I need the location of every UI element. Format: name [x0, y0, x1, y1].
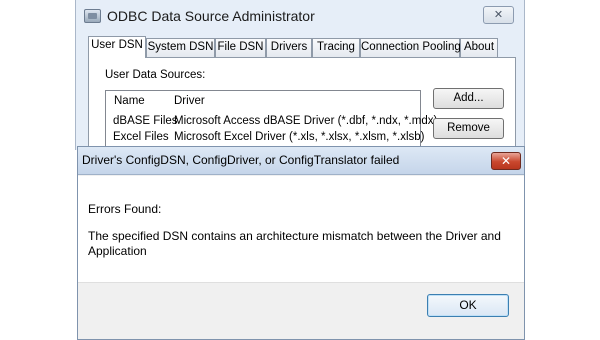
- tab-connection-pooling[interactable]: Connection Pooling: [360, 38, 461, 57]
- list-item-driver: Microsoft Access dBASE Driver (*.dbf, *.…: [174, 115, 438, 127]
- odbc-close-button[interactable]: ✕: [483, 6, 514, 24]
- user-dsn-tab-page: User Data Sources: Name Driver dBASE Fil…: [88, 57, 516, 160]
- list-item[interactable]: Excel Files Microsoft Excel Driver (*.xl…: [106, 131, 424, 146]
- error-dialog-footer: OK: [78, 282, 524, 339]
- error-dialog-title-bar[interactable]: Driver's ConfigDSN, ConfigDriver, or Con…: [78, 147, 524, 175]
- tab-about[interactable]: About: [460, 38, 498, 57]
- tab-user-dsn[interactable]: User DSN: [88, 36, 146, 58]
- error-message: The specified DSN contains an architectu…: [88, 229, 501, 258]
- tab-drivers[interactable]: Drivers: [266, 38, 312, 57]
- error-dialog-title: Driver's ConfigDSN, ConfigDriver, or Con…: [82, 153, 400, 167]
- column-header-driver[interactable]: Driver: [174, 95, 205, 107]
- ok-button[interactable]: OK: [427, 294, 509, 317]
- list-item[interactable]: dBASE Files Microsoft Access dBASE Drive…: [106, 115, 437, 130]
- tab-tracing[interactable]: Tracing: [312, 38, 360, 57]
- remove-button[interactable]: Remove: [433, 118, 504, 139]
- odbc-window-title: ODBC Data Source Administrator: [107, 8, 315, 24]
- list-item-name: Excel Files: [113, 131, 169, 143]
- odbc-title-bar[interactable]: ODBC Data Source Administrator ✕: [76, 0, 526, 33]
- odbc-administrator-window: ODBC Data Source Administrator ✕ User DS…: [75, 0, 526, 160]
- column-header-name[interactable]: Name: [114, 95, 145, 107]
- screen: ODBC Data Source Administrator ✕ User DS…: [0, 0, 600, 340]
- error-dialog-body: Errors Found: The specified DSN contains…: [78, 176, 524, 282]
- error-dialog: Driver's ConfigDSN, ConfigDriver, or Con…: [77, 146, 525, 340]
- list-item-name: dBASE Files: [113, 115, 178, 127]
- list-item-driver: Microsoft Excel Driver (*.xls, *.xlsx, *…: [174, 131, 425, 143]
- odbc-app-icon: [84, 9, 101, 23]
- error-dialog-close-button[interactable]: ✕: [491, 152, 521, 170]
- tab-file-dsn[interactable]: File DSN: [215, 38, 266, 57]
- tab-system-dsn[interactable]: System DSN: [146, 38, 215, 57]
- errors-found-heading: Errors Found:: [88, 202, 162, 216]
- add-button[interactable]: Add...: [433, 88, 504, 109]
- user-data-sources-label: User Data Sources:: [105, 69, 206, 81]
